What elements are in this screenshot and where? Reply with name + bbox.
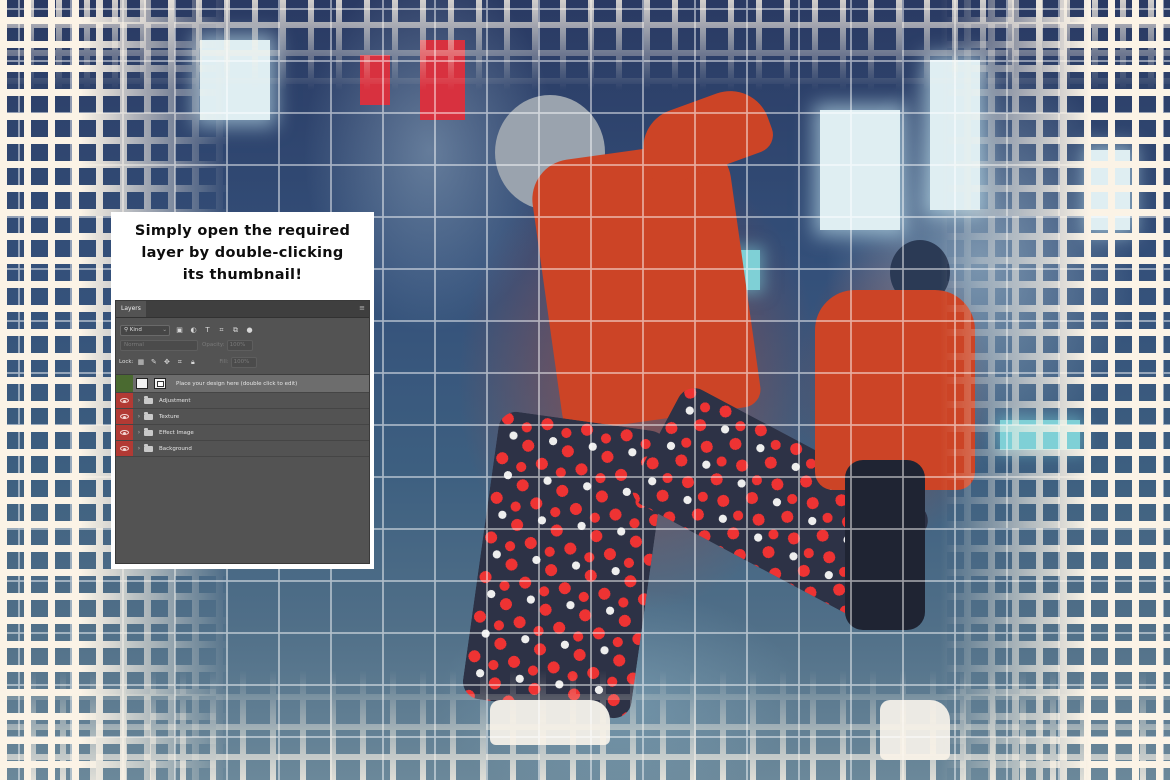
- panel-tab-bar: Layers ≡: [116, 301, 369, 318]
- visibility-toggle[interactable]: [116, 441, 133, 456]
- instruction-caption: Simply open the required layer by double…: [111, 220, 374, 286]
- chevron-right-icon[interactable]: ›: [135, 397, 143, 404]
- teal-neon-sign: [1000, 420, 1080, 450]
- tab-layers[interactable]: Layers: [116, 301, 146, 317]
- image-filter-icon[interactable]: ▣: [175, 326, 184, 335]
- lock-transparent-icon[interactable]: ▦: [136, 358, 145, 367]
- layer-name: Background: [159, 445, 192, 452]
- shape-filter-icon[interactable]: ⌗: [217, 326, 226, 335]
- dancer-jacket: [527, 137, 763, 433]
- folder-icon: [144, 395, 153, 404]
- layer-name: Place your design here (double click to …: [176, 380, 298, 387]
- kind-label: Kind: [129, 327, 142, 333]
- folder-icon: [144, 411, 153, 420]
- visibility-toggle[interactable]: [116, 393, 133, 408]
- eye-icon: [120, 446, 129, 451]
- smart-object-icon[interactable]: [154, 378, 166, 389]
- chevron-right-icon[interactable]: ›: [135, 429, 143, 436]
- lock-artboard-icon[interactable]: ⌗: [175, 358, 184, 367]
- blend-row: Normal Opacity: 100%: [116, 338, 369, 353]
- background-person-legs: [845, 460, 925, 630]
- lock-move-icon[interactable]: ✥: [162, 358, 171, 367]
- visibility-toggle[interactable]: [116, 425, 133, 440]
- lock-all-icon[interactable]: 🔒︎: [188, 358, 197, 367]
- filter-toggle-icon[interactable]: ●: [245, 326, 254, 335]
- search-icon: ⚲: [124, 327, 129, 333]
- layer-name: Texture: [159, 413, 180, 420]
- chevron-right-icon[interactable]: ›: [135, 445, 143, 452]
- link-icon: [149, 381, 153, 387]
- red-neon-sign: [420, 40, 465, 120]
- white-neon-sign: [200, 40, 270, 120]
- folder-icon: [144, 443, 153, 452]
- white-neon-sign: [930, 60, 980, 210]
- white-neon-sign: [820, 110, 900, 230]
- layers-panel: Layers ≡ ⚲ Kind ⌄ ▣ ◐ T ⌗ ⧉ ● Normal Opa…: [115, 300, 370, 564]
- eye-icon: [120, 414, 129, 419]
- caption-line: its thumbnail!: [182, 267, 303, 283]
- layer-row-smart-object[interactable]: Place your design here (double click to …: [116, 375, 369, 393]
- smart-object-filter-icon[interactable]: ⧉: [231, 326, 240, 335]
- blend-mode-select[interactable]: Normal: [120, 340, 198, 351]
- lock-brush-icon[interactable]: ✎: [149, 358, 158, 367]
- chevron-down-icon: ⌄: [162, 327, 167, 333]
- instruction-card: Simply open the required layer by double…: [111, 212, 374, 569]
- layers-list: Place your design here (double click to …: [116, 374, 369, 457]
- white-neon-sign: [1090, 150, 1130, 230]
- layer-name: Adjustment: [159, 397, 191, 404]
- red-neon-sign: [360, 55, 390, 105]
- dancer-pants: [460, 409, 670, 721]
- eye-icon: [120, 430, 129, 435]
- opacity-label: Opacity:: [202, 342, 225, 348]
- layer-row-group[interactable]: › Adjustment: [116, 393, 369, 409]
- dancer-shoe: [490, 700, 610, 745]
- lock-row: Lock: ▦ ✎ ✥ ⌗ 🔒︎ Fill: 100%: [116, 355, 369, 370]
- opacity-field[interactable]: 100%: [226, 340, 253, 351]
- layer-name: Effect Image: [159, 429, 194, 436]
- visibility-toggle[interactable]: [116, 375, 133, 392]
- fill-label: Fill:: [219, 359, 229, 365]
- layer-row-group[interactable]: › Texture: [116, 409, 369, 425]
- visibility-toggle[interactable]: [116, 409, 133, 424]
- kind-filter-select[interactable]: ⚲ Kind ⌄: [120, 325, 170, 336]
- layer-row-group[interactable]: › Effect Image: [116, 425, 369, 441]
- folder-icon: [144, 427, 153, 436]
- type-filter-icon[interactable]: T: [203, 326, 212, 335]
- chevron-right-icon[interactable]: ›: [135, 413, 143, 420]
- lock-label: Lock:: [119, 359, 134, 365]
- adjustment-filter-icon[interactable]: ◐: [189, 326, 198, 335]
- layer-row-group[interactable]: › Background: [116, 441, 369, 457]
- layer-thumbnail[interactable]: [136, 378, 148, 389]
- fill-field[interactable]: 100%: [230, 357, 257, 368]
- caption-line: Simply open the required: [134, 223, 351, 239]
- filter-row: ⚲ Kind ⌄ ▣ ◐ T ⌗ ⧉ ●: [116, 323, 369, 338]
- caption-line: layer by double-clicking: [141, 245, 344, 261]
- eye-icon: [120, 398, 129, 403]
- dancer-shoe: [880, 700, 950, 760]
- hamburger-icon[interactable]: ≡: [359, 304, 365, 312]
